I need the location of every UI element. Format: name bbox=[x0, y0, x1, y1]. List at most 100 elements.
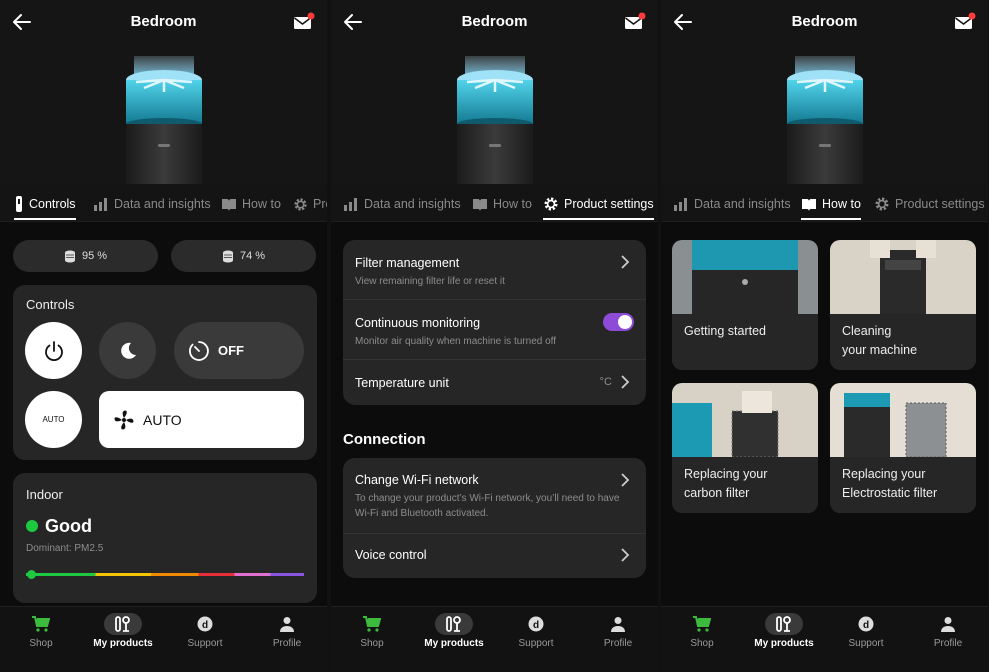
nav-support[interactable]: d Support bbox=[495, 607, 577, 672]
tab-controls[interactable]: Controls bbox=[14, 186, 76, 221]
chevron-right-icon bbox=[621, 255, 630, 269]
gear-icon bbox=[544, 197, 558, 211]
row-title: Filter management bbox=[355, 256, 460, 270]
continuous-monitoring-toggle[interactable] bbox=[603, 313, 634, 331]
nav-support[interactable]: d Support bbox=[825, 607, 907, 672]
tab-data-label: Data and insights bbox=[114, 197, 211, 211]
purifier-image bbox=[786, 56, 863, 184]
temperature-unit-row[interactable]: Temperature unit °C bbox=[343, 360, 646, 405]
user-icon bbox=[941, 617, 955, 632]
auto-mode-label: AUTO bbox=[42, 415, 65, 424]
support-icon: d bbox=[858, 616, 874, 632]
page-title: Bedroom bbox=[791, 13, 858, 30]
sleep-timer-label: OFF bbox=[218, 343, 244, 358]
chevron-right-icon bbox=[621, 473, 630, 487]
tab-howto[interactable]: How to bbox=[472, 186, 532, 221]
voice-control-row[interactable]: Voice control bbox=[343, 534, 646, 578]
how-to-title-line2: Electrostatic filter bbox=[842, 486, 938, 500]
row-title: Change Wi-Fi network bbox=[355, 473, 479, 487]
power-button[interactable] bbox=[25, 322, 82, 379]
mail-icon[interactable] bbox=[954, 12, 976, 32]
hero-area: Bedroom bbox=[661, 0, 988, 185]
tab-product-settings[interactable]: Prc bbox=[293, 186, 327, 221]
nav-profile-icon-wrap bbox=[929, 613, 967, 635]
how-to-card[interactable]: Replacing your Electrostatic filter bbox=[830, 383, 976, 513]
indoor-air-card[interactable]: Indoor Good Dominant: PM2.5 bbox=[13, 473, 317, 603]
tab-howto[interactable]: How to bbox=[221, 186, 281, 221]
nav-profile-label: Profile bbox=[272, 638, 302, 649]
bar-chart-icon bbox=[94, 198, 107, 211]
guide-thumbnail bbox=[830, 383, 976, 457]
gear-icon bbox=[294, 197, 307, 211]
devices-icon bbox=[115, 616, 130, 632]
sleep-timer-button[interactable]: OFF bbox=[174, 322, 304, 379]
bottom-nav: Shop My products d Support Profile bbox=[661, 606, 988, 672]
nav-support-label: Support bbox=[187, 638, 223, 649]
nav-support-icon-wrap: d bbox=[847, 613, 885, 635]
nav-my-products[interactable]: My products bbox=[413, 607, 495, 672]
cart-icon bbox=[363, 616, 381, 632]
nav-my-products[interactable]: My products bbox=[743, 607, 825, 672]
how-to-title-line2: carbon filter bbox=[684, 486, 750, 500]
night-mode-button[interactable] bbox=[99, 322, 156, 379]
nav-my-products[interactable]: My products bbox=[82, 607, 164, 672]
nav-shop-icon-wrap bbox=[22, 613, 60, 635]
how-to-content: Getting started Cleaning your machine Rep… bbox=[661, 222, 988, 606]
filter-level-pill[interactable]: 95 % bbox=[13, 240, 158, 272]
filter-management-row[interactable]: Filter management View remaining filter … bbox=[343, 240, 646, 300]
change-wifi-row[interactable]: Change Wi-Fi network To change your prod… bbox=[343, 458, 646, 534]
nav-profile[interactable]: Profile bbox=[246, 607, 327, 672]
svg-text:d: d bbox=[863, 620, 869, 631]
tab-data[interactable]: Data and insights bbox=[344, 186, 461, 221]
air-quality-status: Good bbox=[45, 516, 92, 536]
nav-profile-icon-wrap bbox=[268, 613, 306, 635]
tab-product-label: Product settings bbox=[564, 197, 654, 211]
tab-product-settings[interactable]: Product settings bbox=[874, 186, 985, 221]
bottom-nav: Shop My products d Support Profile bbox=[331, 606, 658, 672]
controls-screen: Bedroom Controls Data and insights How t… bbox=[0, 0, 327, 672]
tab-product-label: Prc bbox=[313, 197, 327, 211]
how-to-title: Getting started bbox=[684, 322, 766, 341]
settings-content: Filter management View remaining filter … bbox=[331, 222, 658, 606]
section-tabs: Data and insights How to Product setting… bbox=[331, 186, 658, 222]
how-to-card[interactable]: Cleaning your machine bbox=[830, 240, 976, 370]
tab-howto-label: How to bbox=[242, 197, 281, 211]
nav-profile[interactable]: Profile bbox=[907, 607, 988, 672]
nav-shop[interactable]: Shop bbox=[661, 607, 743, 672]
tab-data[interactable]: Data and insights bbox=[674, 186, 791, 221]
how-to-title: Replacing your carbon filter bbox=[684, 465, 767, 503]
fan-speed-button[interactable]: AUTO bbox=[99, 391, 304, 448]
how-to-card[interactable]: Replacing your carbon filter bbox=[672, 383, 818, 513]
tab-howto[interactable]: How to bbox=[801, 186, 861, 221]
nav-support[interactable]: d Support bbox=[164, 607, 246, 672]
tab-product-settings[interactable]: Product settings bbox=[543, 186, 654, 221]
tab-data[interactable]: Data and insights bbox=[94, 186, 211, 221]
mail-icon[interactable] bbox=[624, 12, 646, 32]
svg-text:d: d bbox=[533, 620, 539, 631]
nav-shop[interactable]: Shop bbox=[0, 607, 82, 672]
gear-icon bbox=[875, 197, 889, 211]
filter-level-pill[interactable]: 74 % bbox=[171, 240, 316, 272]
devices-icon bbox=[776, 616, 791, 632]
user-icon bbox=[611, 617, 625, 632]
connection-card: Change Wi-Fi network To change your prod… bbox=[343, 458, 646, 578]
auto-mode-button[interactable]: AUTO bbox=[25, 391, 82, 448]
tab-product-label: Product settings bbox=[895, 197, 985, 211]
purifier-image bbox=[456, 56, 533, 184]
nav-products-icon-wrap bbox=[104, 613, 142, 635]
nav-shop[interactable]: Shop bbox=[331, 607, 413, 672]
nav-support-label: Support bbox=[848, 638, 884, 649]
top-bar: Bedroom bbox=[661, 0, 988, 44]
hero-area: Bedroom bbox=[331, 0, 658, 185]
tab-controls-label: Controls bbox=[29, 197, 76, 211]
nav-profile-label: Profile bbox=[603, 638, 633, 649]
section-tabs: Controls Data and insights How to Prc bbox=[0, 186, 327, 222]
how-to-title-line1: Replacing your bbox=[842, 467, 926, 481]
nav-profile[interactable]: Profile bbox=[577, 607, 658, 672]
row-title: Continuous monitoring bbox=[355, 316, 481, 330]
how-to-card[interactable]: Getting started bbox=[672, 240, 818, 370]
section-tabs: Data and insights How to Product setting… bbox=[661, 186, 988, 222]
filter-level-value: 95 % bbox=[81, 250, 108, 262]
page-title: Bedroom bbox=[130, 13, 197, 30]
mail-icon[interactable] bbox=[293, 12, 315, 32]
